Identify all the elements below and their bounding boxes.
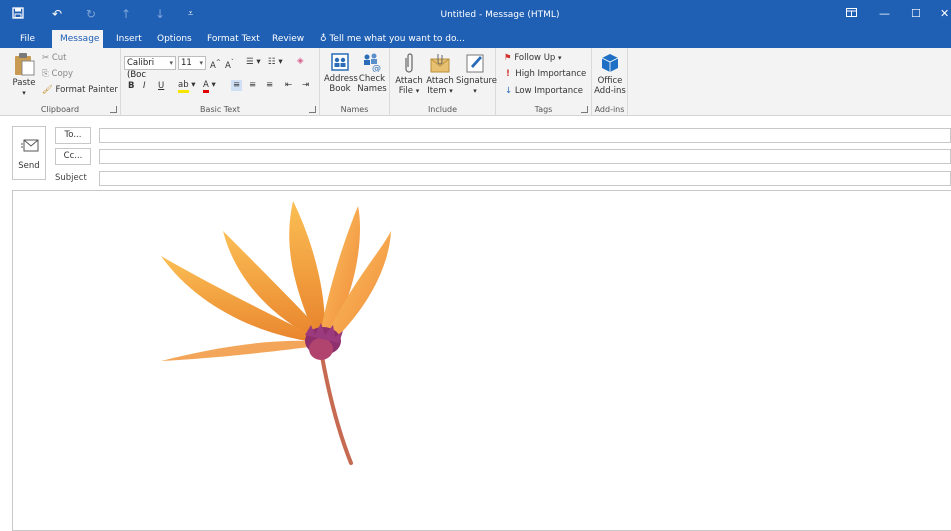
follow-up-button[interactable]: ⚑ Follow Up ▾: [504, 53, 562, 64]
tab-format-text[interactable]: Format Text: [199, 30, 268, 48]
include-label: Include: [427, 105, 458, 114]
tell-me-search[interactable]: ♁ Tell me what you want to do...: [320, 30, 465, 48]
arrow-down-icon[interactable]: ↓: [155, 7, 165, 21]
brush-icon: 🖌: [42, 85, 53, 95]
tags-group: ⚑ Follow Up ▾ ! High Importance ↓ Low Im…: [496, 48, 592, 116]
numbering-icon[interactable]: ☷ ▾: [268, 57, 283, 68]
signature-icon: [466, 54, 484, 73]
redo-icon[interactable]: ↻: [86, 7, 96, 21]
tab-review[interactable]: Review: [264, 30, 312, 48]
names-group: Address Book @ Check Names Names: [320, 48, 390, 116]
clipboard-label: Clipboard: [40, 105, 80, 114]
minimize-icon[interactable]: —: [879, 7, 890, 20]
check-names-button[interactable]: @ Check Names: [357, 52, 387, 94]
paperclip-icon: [405, 53, 413, 73]
address-book-icon: [331, 53, 349, 71]
exclamation-icon: !: [506, 69, 510, 79]
envelope-attach-icon: [430, 54, 450, 73]
attach-item-button[interactable]: Attach Item ▾: [425, 52, 455, 96]
tags-label: Tags: [534, 105, 553, 114]
bullets-icon[interactable]: ☰ ▾: [246, 57, 261, 68]
office-addins-icon: [601, 54, 619, 72]
arrow-up-icon[interactable]: ↑: [121, 7, 131, 21]
font-size-combo[interactable]: 11 ▾: [178, 56, 206, 70]
font-color-icon[interactable]: A ▾: [203, 80, 216, 93]
copy-icon: ⎘: [42, 69, 49, 79]
copy-button[interactable]: ⎘ Copy: [42, 69, 73, 80]
lightbulb-icon: ♁: [320, 34, 327, 44]
clear-formatting-icon[interactable]: ◈: [297, 56, 304, 67]
include-group: Attach File ▾ Attach Item ▾ Signature ▾ Inc…: [390, 48, 497, 116]
close-icon[interactable]: ✕: [940, 7, 949, 20]
undo-icon[interactable]: ↶: [52, 7, 62, 21]
message-body[interactable]: [12, 190, 951, 531]
increase-indent-icon[interactable]: ⇥: [302, 80, 309, 91]
highlight-icon[interactable]: ab ▾: [178, 80, 196, 93]
scissors-icon: ✂: [42, 53, 50, 63]
send-envelope-icon: [21, 139, 39, 152]
chevron-down-icon: ▾: [169, 59, 173, 67]
clipboard-launcher-icon[interactable]: [110, 106, 117, 113]
flag-icon: ⚑: [504, 53, 512, 63]
addins-label: Add-ins: [594, 105, 625, 114]
cut-button[interactable]: ✂ Cut: [42, 53, 66, 64]
ribbon-tabs: File Message Insert Options Format Text …: [0, 30, 951, 48]
to-field[interactable]: [99, 128, 951, 143]
names-label: Names: [340, 105, 369, 114]
cc-button[interactable]: Cc...: [55, 148, 91, 165]
chevron-down-icon: ▾: [199, 59, 203, 67]
italic-button[interactable]: I: [143, 81, 146, 92]
address-book-button[interactable]: Address Book: [324, 52, 358, 94]
low-importance-button[interactable]: ↓ Low Importance: [505, 86, 583, 97]
send-button[interactable]: Send: [12, 126, 46, 180]
tags-launcher-icon[interactable]: [581, 106, 588, 113]
flower-image: [161, 201, 391, 465]
title-bar: ↶ ↻ ↑ ↓ ⩡ Untitled - Message (HTML) — ☐ …: [0, 0, 951, 30]
subject-label: Subject: [55, 173, 87, 183]
grow-font-icon[interactable]: A^: [210, 57, 221, 72]
subject-field[interactable]: [99, 171, 951, 186]
tab-options[interactable]: Options: [149, 30, 200, 48]
signature-button[interactable]: Signature ▾: [456, 52, 497, 96]
align-right-icon[interactable]: ≡: [266, 80, 273, 91]
align-left-icon[interactable]: ≡: [231, 80, 243, 91]
basic-text-label: Basic Text: [200, 105, 240, 114]
clipboard-icon: [15, 53, 35, 76]
decrease-indent-icon[interactable]: ⇤: [285, 80, 292, 91]
maximize-icon[interactable]: ☐: [911, 7, 921, 20]
check-names-icon: @: [364, 53, 381, 72]
to-button[interactable]: To...: [55, 127, 91, 144]
align-center-icon[interactable]: ≡: [249, 80, 256, 91]
arrow-down-icon: ↓: [505, 86, 513, 96]
paste-button[interactable]: Paste ▾: [10, 52, 38, 98]
format-painter-button[interactable]: 🖌 Format Painter: [42, 85, 118, 96]
basic-text-launcher-icon[interactable]: [309, 106, 316, 113]
svg-text:@: @: [372, 64, 381, 72]
ribbon: Paste ▾ ✂ Cut ⎘ Copy 🖌 Format Painter Cli…: [0, 48, 951, 116]
clipboard-group: Paste ▾ ✂ Cut ⎘ Copy 🖌 Format Painter Cli…: [0, 48, 121, 116]
tab-insert[interactable]: Insert: [108, 30, 150, 48]
high-importance-button[interactable]: ! High Importance: [506, 69, 586, 80]
window-title: Untitled - Message (HTML): [440, 10, 560, 20]
attach-file-button[interactable]: Attach File ▾: [394, 52, 424, 96]
save-icon[interactable]: [12, 7, 24, 22]
underline-button[interactable]: U: [158, 81, 164, 92]
office-addins-button[interactable]: Office Add-ins: [594, 52, 626, 96]
shrink-font-icon[interactable]: Aˇ: [225, 57, 234, 72]
font-name-combo[interactable]: Calibri (Boc ▾: [124, 56, 176, 80]
customize-toolbar-icon[interactable]: ⩡: [188, 7, 193, 21]
addins-group: Office Add-ins Add-ins: [592, 48, 628, 116]
tab-message[interactable]: Message: [52, 30, 103, 48]
bold-button[interactable]: B: [128, 81, 134, 92]
cc-field[interactable]: [99, 149, 951, 164]
ribbon-display-icon[interactable]: [846, 7, 857, 20]
basic-text-group: Calibri (Boc ▾ 11 ▾ A^ Aˇ ☰ ▾ ☷ ▾ ◈ B I U …: [121, 48, 320, 116]
tab-file[interactable]: File: [12, 30, 43, 48]
